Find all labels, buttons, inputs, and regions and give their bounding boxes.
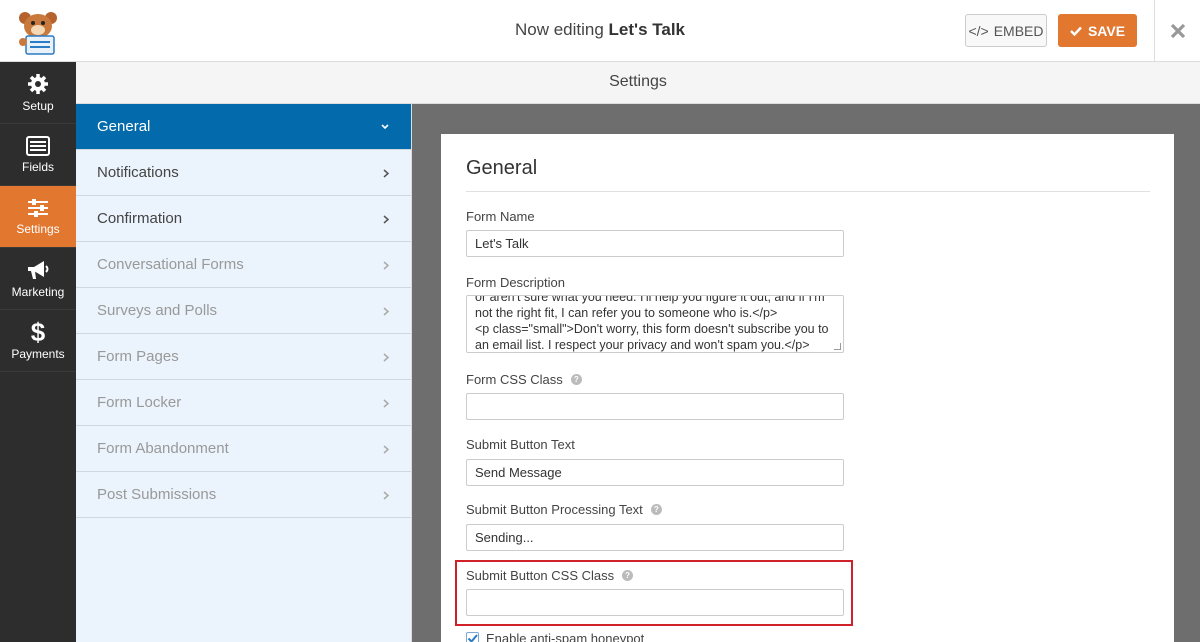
textarea-line: or aren't sure what you need. I'll help … xyxy=(475,295,825,304)
honeypot-checkbox[interactable] xyxy=(466,632,479,642)
chevron-right-icon xyxy=(383,380,389,426)
sidebar-label-settings: Settings xyxy=(16,221,60,236)
top-bar: Now editing Let's Talk </> EMBED SAVE xyxy=(0,0,1200,62)
chevron-right-icon xyxy=(383,196,389,242)
label-text: Submit Button Processing Text xyxy=(466,502,643,517)
help-icon[interactable]: ? xyxy=(650,504,662,515)
nav-item-conversational-forms[interactable]: Conversational Forms xyxy=(76,242,411,288)
nav-item-general[interactable]: General xyxy=(76,104,411,150)
settings-header: Settings xyxy=(76,62,1200,104)
nav-label: Notifications xyxy=(97,164,179,181)
honeypot-row: Enable anti-spam honeypot xyxy=(466,631,644,642)
chevron-right-icon xyxy=(383,150,389,196)
nav-item-confirmation[interactable]: Confirmation xyxy=(76,196,411,242)
list-icon xyxy=(26,135,50,156)
nav-item-form-abandonment[interactable]: Form Abandonment xyxy=(76,426,411,472)
sidebar-label-setup: Setup xyxy=(22,98,54,113)
form-name-title: Let's Talk xyxy=(608,20,686,39)
nav-label: Form Abandonment xyxy=(97,440,229,457)
nav-item-post-submissions[interactable]: Post Submissions xyxy=(76,472,411,518)
chevron-right-icon xyxy=(383,472,389,518)
title-prefix: Now editing xyxy=(514,20,604,39)
textarea-line: <p class="small">Don't worry, this form … xyxy=(475,322,829,336)
embed-label: EMBED xyxy=(993,22,1044,39)
close-button[interactable] xyxy=(1154,0,1200,62)
form-description-textarea[interactable]: or aren't sure what you need. I'll help … xyxy=(466,295,844,353)
form-name-input[interactable]: Let's Talk xyxy=(466,230,844,257)
submit-button-text-input[interactable]: Send Message xyxy=(466,459,844,486)
chevron-right-icon xyxy=(383,288,389,334)
help-icon[interactable]: ? xyxy=(570,374,582,385)
checkmark-icon xyxy=(1070,26,1082,36)
submit-processing-text-input[interactable]: Sending... xyxy=(466,524,844,551)
sliders-icon xyxy=(28,198,48,217)
chevron-down-icon xyxy=(381,104,389,150)
nav-label: General xyxy=(97,118,151,135)
nav-item-form-locker[interactable]: Form Locker xyxy=(76,380,411,426)
code-icon: </> xyxy=(968,22,989,39)
form-css-class-label: Form CSS Class ? xyxy=(466,372,582,387)
divider xyxy=(466,191,1150,192)
chevron-right-icon xyxy=(383,242,389,288)
chevron-right-icon xyxy=(383,426,389,472)
sidebar-item-payments[interactable]: $ Payments xyxy=(0,310,76,372)
nav-item-form-pages[interactable]: Form Pages xyxy=(76,334,411,380)
form-css-class-input[interactable] xyxy=(466,393,844,420)
nav-label: Surveys and Polls xyxy=(97,302,218,319)
gear-icon xyxy=(28,73,48,94)
nav-label: Confirmation xyxy=(97,210,183,227)
nav-label: Conversational Forms xyxy=(97,256,244,273)
textarea-line: an email list. I respect your privacy an… xyxy=(475,338,810,352)
textarea-line: not the right fit, I can refer you to so… xyxy=(475,306,778,320)
sidebar-item-fields[interactable]: Fields xyxy=(0,124,76,186)
honeypot-label: Enable anti-spam honeypot xyxy=(486,631,645,642)
close-icon xyxy=(1170,23,1185,39)
nav-item-surveys-and-polls[interactable]: Surveys and Polls xyxy=(76,288,411,334)
sidebar-item-settings[interactable]: Settings xyxy=(0,186,76,248)
nav-label: Post Submissions xyxy=(97,486,217,503)
textarea-content: or aren't sure what you need. I'll help … xyxy=(475,295,835,352)
label-text: Form Name xyxy=(466,209,535,224)
label-text: Form Description xyxy=(466,275,565,290)
checkmark-icon xyxy=(467,634,478,642)
main-sidebar: Setup Fields Settings Marketing $ Paymen… xyxy=(0,62,76,642)
nav-label: Form Pages xyxy=(97,348,179,365)
highlight-box xyxy=(455,560,853,626)
nav-label: Form Locker xyxy=(97,394,182,411)
form-description-label: Form Description xyxy=(466,275,565,290)
sidebar-label-marketing: Marketing xyxy=(11,284,65,299)
submit-processing-text-label: Submit Button Processing Text ? xyxy=(466,502,662,517)
submit-button-text-label: Submit Button Text xyxy=(466,437,575,452)
settings-nav: General Notifications Confirmation Conve… xyxy=(76,104,412,642)
dollar-icon: $ xyxy=(30,317,46,347)
sidebar-label-fields: Fields xyxy=(21,159,54,174)
nav-item-notifications[interactable]: Notifications xyxy=(76,150,411,196)
save-label: SAVE xyxy=(1087,22,1126,39)
sidebar-item-marketing[interactable]: Marketing xyxy=(0,248,76,310)
embed-button[interactable]: </> EMBED xyxy=(965,14,1047,47)
chevron-right-icon xyxy=(383,334,389,380)
panel-title: General xyxy=(466,157,538,179)
label-text: Form CSS Class xyxy=(466,372,563,387)
megaphone-icon xyxy=(28,260,49,279)
label-text: Submit Button Text xyxy=(466,437,575,452)
sidebar-label-payments: Payments xyxy=(11,347,65,361)
sidebar-item-setup[interactable]: Setup xyxy=(0,62,76,124)
resize-handle[interactable] xyxy=(834,343,841,350)
save-button[interactable]: SAVE xyxy=(1058,14,1137,47)
form-name-label: Form Name xyxy=(466,209,535,224)
